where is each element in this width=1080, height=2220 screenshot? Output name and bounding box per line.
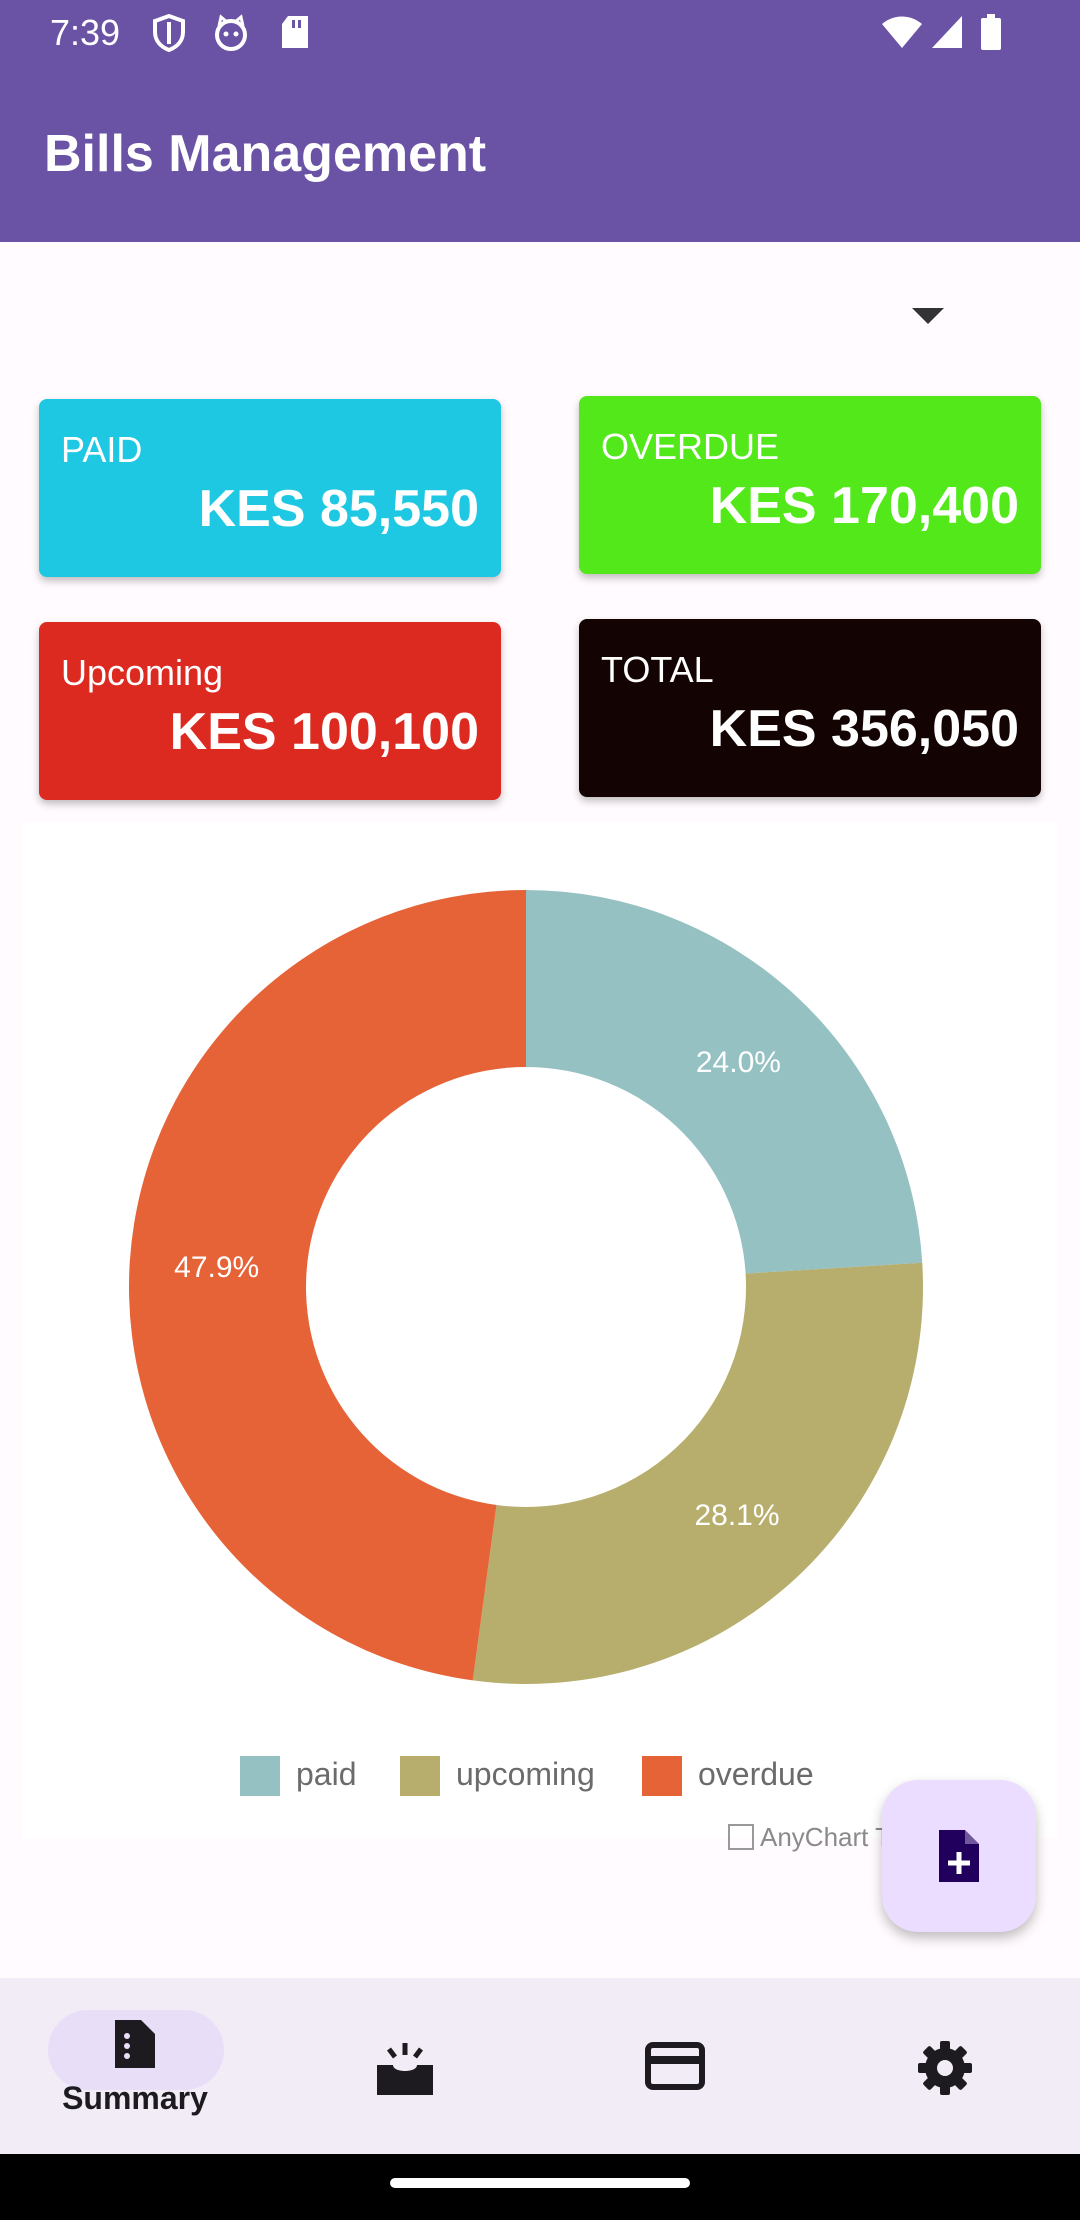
legend-swatch-overdue <box>642 1756 682 1796</box>
nav-item-settings[interactable] <box>810 1978 1080 2154</box>
bottom-navigation: Summary <box>0 1978 1080 2154</box>
total-card: TOTAL KES 356,050 <box>579 619 1041 797</box>
slice-label-upcoming: 28.1% <box>694 1499 779 1532</box>
battery-icon <box>981 14 1001 50</box>
nav-item-payments[interactable] <box>540 1978 810 2154</box>
slice-label-paid: 24.0% <box>696 1046 781 1079</box>
overdue-card: OVERDUE KES 170,400 <box>579 396 1041 574</box>
overdue-label: OVERDUE <box>601 426 780 467</box>
donut-chart: 24.0% 28.1% 47.9% <box>129 890 923 1684</box>
nav-item-summary[interactable]: Summary <box>0 1978 270 2154</box>
inbox-icon <box>377 2043 433 2095</box>
signal-icon <box>932 16 962 48</box>
dropdown-arrow-icon <box>912 308 944 324</box>
upcoming-value: KES 100,100 <box>169 703 479 761</box>
summary-document-icon <box>115 2020 155 2068</box>
legend-label-upcoming: upcoming <box>456 1756 595 1792</box>
shield-icon <box>153 14 185 52</box>
sd-card-icon <box>282 16 308 48</box>
paid-label: PAID <box>61 429 143 470</box>
donut-slice-overdue[interactable] <box>129 890 526 1681</box>
slice-label-overdue: 47.9% <box>174 1251 259 1284</box>
nav-item-inbox[interactable] <box>270 1978 540 2154</box>
chart-panel: 24.0% 28.1% 47.9% paid upcoming overdue An… <box>22 822 1058 1852</box>
paid-card: PAID KES 85,550 <box>39 399 501 577</box>
legend-swatch-upcoming <box>400 1756 440 1796</box>
wifi-icon <box>882 16 922 48</box>
total-value: KES 356,050 <box>709 700 1019 758</box>
legend-swatch-paid <box>240 1756 280 1796</box>
upcoming-label: Upcoming <box>61 652 224 693</box>
donut-slice-paid[interactable] <box>526 890 923 1274</box>
credit-card-icon <box>645 2042 705 2090</box>
system-gesture-bar <box>0 2154 1080 2220</box>
status-bar: 7:39 <box>0 0 1080 66</box>
chart-credits-icon <box>728 1824 754 1850</box>
add-document-icon <box>939 1830 979 1882</box>
cat-icon <box>215 14 247 51</box>
app-bar: Bills Management <box>0 66 1080 242</box>
legend-label-paid: paid <box>296 1756 357 1792</box>
legend-label-overdue: overdue <box>698 1756 814 1792</box>
filter-dropdown[interactable] <box>860 290 1000 340</box>
upcoming-card: Upcoming KES 100,100 <box>39 622 501 800</box>
status-time: 7:39 <box>50 12 121 53</box>
nav-label-summary: Summary <box>62 2080 208 2116</box>
overdue-value: KES 170,400 <box>709 477 1019 535</box>
total-label: TOTAL <box>601 649 714 690</box>
page-title: Bills Management <box>44 125 487 183</box>
add-bill-fab[interactable] <box>882 1780 1036 1932</box>
settings-gear-icon <box>918 2041 972 2095</box>
paid-value: KES 85,550 <box>198 480 479 538</box>
chart-credits-text: AnyChart T <box>760 1822 888 1852</box>
chart-credits[interactable]: AnyChart T <box>728 1822 888 1853</box>
donut-slice-upcoming[interactable] <box>472 1262 923 1684</box>
home-gesture-handle[interactable] <box>390 2178 690 2188</box>
